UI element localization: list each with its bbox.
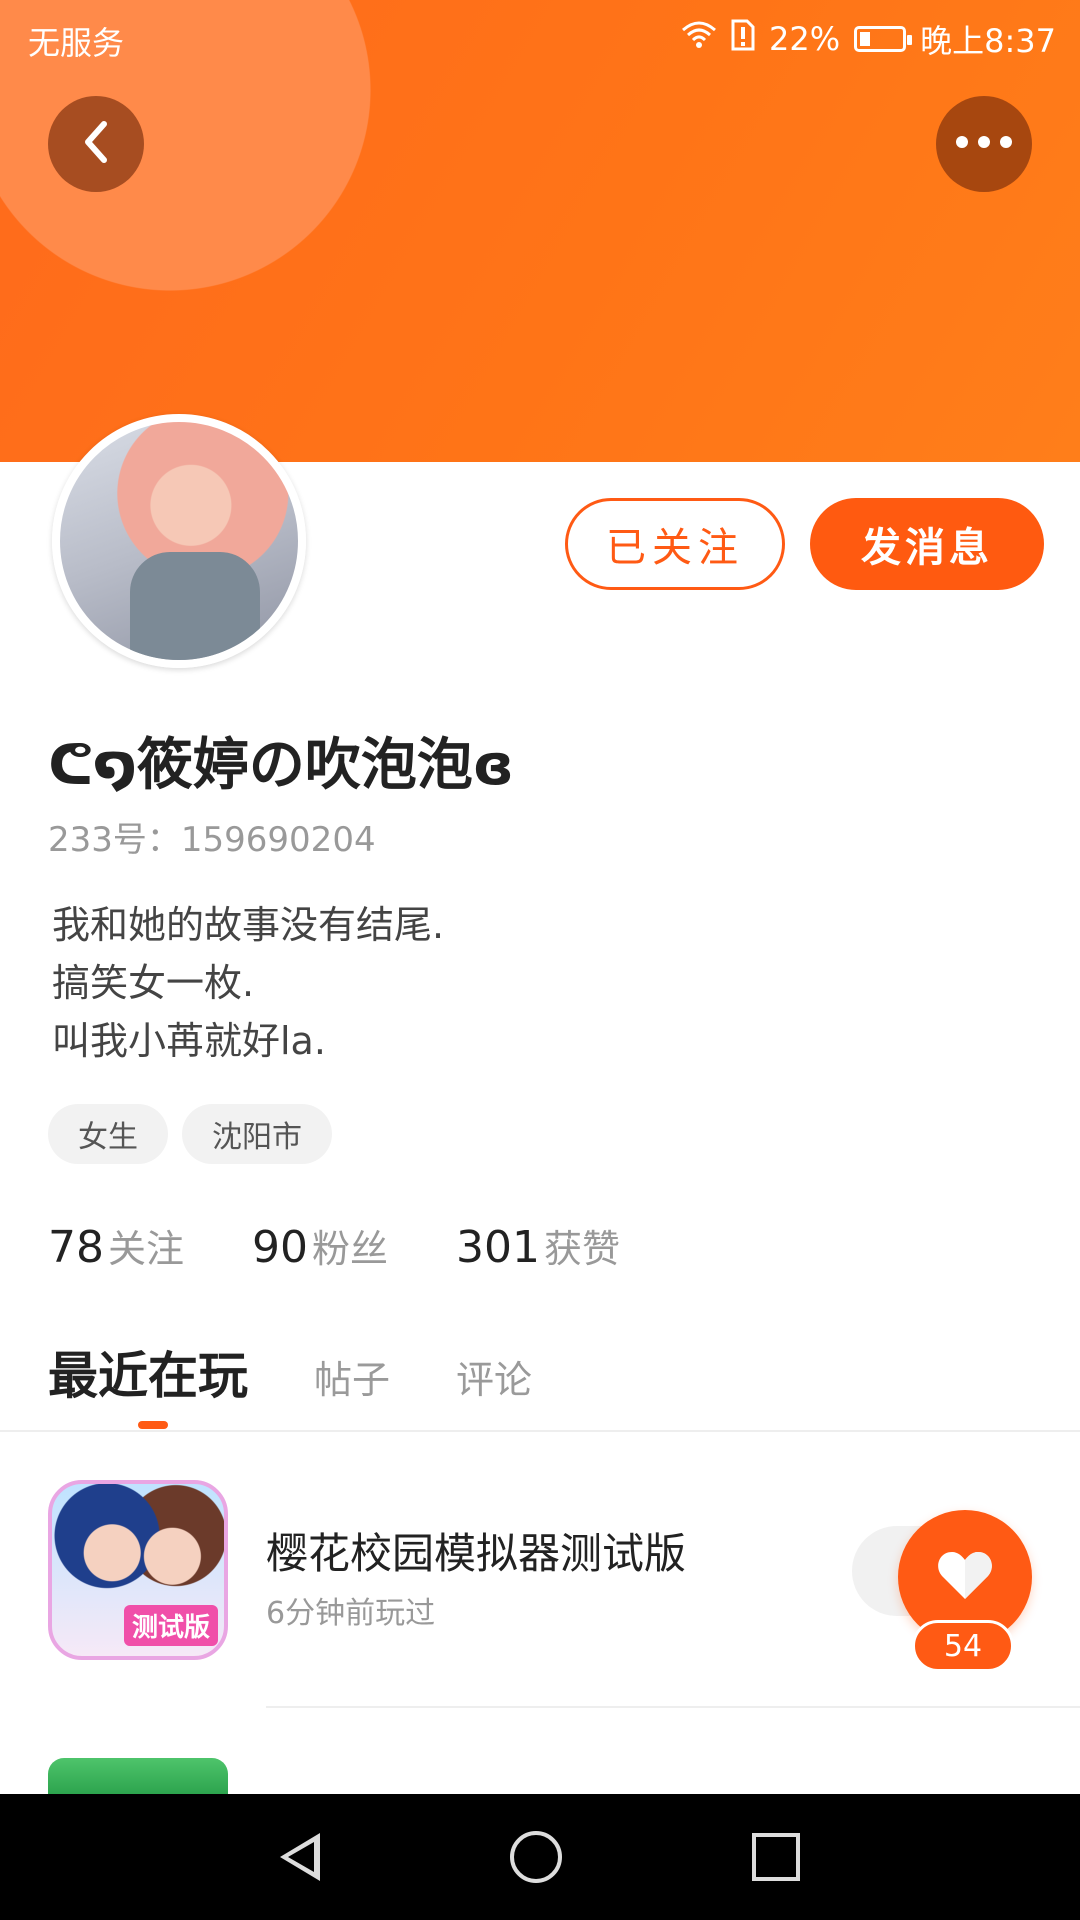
stat-label: 获赞 (544, 1227, 621, 1271)
list-divider (266, 1706, 1080, 1708)
stat-label: 关注 (108, 1227, 185, 1271)
battery-icon (854, 26, 913, 52)
avatar[interactable] (52, 414, 306, 668)
gender-tag: 女生 (48, 1104, 168, 1164)
back-button[interactable] (48, 96, 144, 192)
stat-likes: 301 获赞 (456, 1218, 620, 1273)
nav-recent-icon[interactable] (752, 1833, 800, 1881)
nav-home-icon[interactable] (510, 1831, 562, 1883)
game-icon[interactable] (48, 1758, 228, 1794)
game-title: 樱花校园模拟器测试版 (266, 1529, 687, 1578)
stat-fans[interactable]: 90 粉丝 (252, 1218, 388, 1273)
stat-label: 粉丝 (312, 1227, 389, 1271)
bio-line: 我和她的故事没有结尾. (52, 903, 445, 947)
profile-stats: 78 关注 90 粉丝 301 获赞 (48, 1218, 688, 1273)
clock: 晚上8:37 (920, 22, 1056, 60)
system-navigation-bar (0, 1794, 1080, 1920)
stat-value: 78 (48, 1222, 104, 1273)
tab-recently-played[interactable]: 最近在玩 (48, 1336, 248, 1408)
tab-posts[interactable]: 帖子 (314, 1349, 390, 1408)
heart-icon (936, 1549, 994, 1605)
chevron-left-icon (78, 118, 114, 170)
nickname: ᕦ໑筱婷の吹泡泡ɞ (48, 733, 514, 798)
nav-back-icon[interactable] (280, 1833, 320, 1881)
battery-percent: 22% (769, 20, 841, 58)
send-message-button[interactable]: 发消息 (810, 498, 1044, 590)
stat-value: 301 (456, 1222, 541, 1273)
carrier-label: 无服务 (28, 24, 125, 62)
sim-alert-icon (731, 19, 755, 59)
tabs-divider (0, 1430, 1080, 1432)
status-icons: 22% 晚上8:37 (681, 16, 1056, 62)
game-last-played: 6分钟前玩过 (266, 1596, 436, 1631)
more-options-button[interactable] (936, 96, 1032, 192)
active-tab-indicator (138, 1421, 168, 1429)
list-item[interactable]: 测试版 樱花校园模拟器测试版 6分钟前玩过 54 (0, 1470, 1080, 1710)
tab-comments[interactable]: 评论 (456, 1349, 532, 1408)
user-id: 233号：159690204 (48, 820, 376, 860)
profile-tabs: 最近在玩 帖子 评论 (48, 1336, 532, 1408)
location-tag: 沈阳市 (182, 1104, 332, 1164)
profile-tags: 女生 沈阳市 (48, 1104, 332, 1164)
bio: 我和她的故事没有结尾. 搞笑女一枚. 叫我小苒就好la. (52, 896, 444, 1070)
wifi-icon (681, 20, 717, 58)
bio-line: 叫我小苒就好la. (52, 1019, 326, 1063)
stat-following[interactable]: 78 关注 (48, 1218, 184, 1273)
like-count: 54 (912, 1620, 1014, 1672)
following-button[interactable]: 已关注 (565, 498, 785, 590)
game-icon[interactable]: 测试版 (48, 1480, 228, 1660)
more-horizontal-icon (954, 134, 1014, 154)
status-bar: 无服务 22% 晚上8:37 (0, 0, 1080, 78)
game-badge: 测试版 (123, 1605, 218, 1646)
stat-value: 90 (252, 1222, 309, 1273)
bio-line: 搞笑女一枚. (52, 961, 255, 1005)
